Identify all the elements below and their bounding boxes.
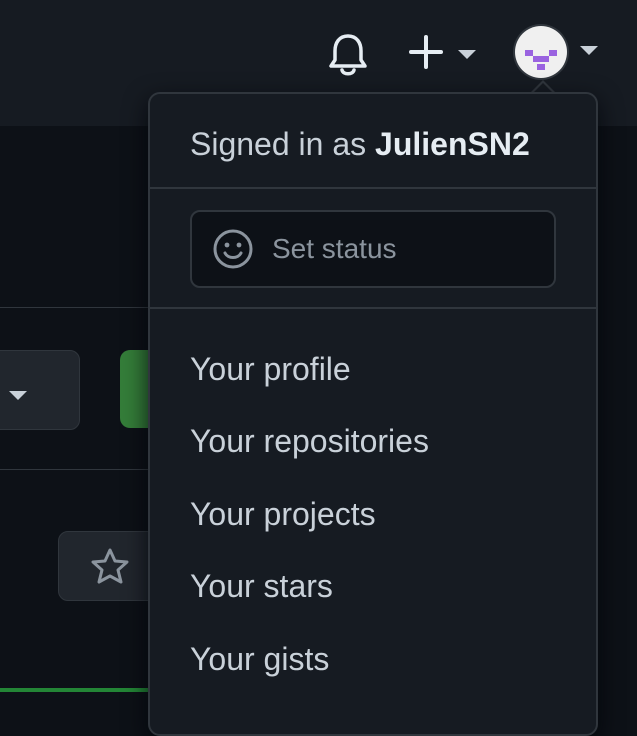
username: JulienSN2 (375, 126, 530, 162)
set-status-label: Set status (272, 233, 397, 264)
avatar (515, 26, 567, 78)
star-button[interactable] (58, 531, 160, 601)
divider (0, 307, 150, 308)
caret-down-icon (458, 50, 476, 59)
create-new-button[interactable] (408, 32, 480, 76)
progress-bar (0, 688, 150, 692)
menu-item-your-gists[interactable]: Your gists (190, 639, 329, 679)
menu-item-your-profile[interactable]: Your profile (190, 349, 351, 389)
menu-item-your-projects[interactable]: Your projects (190, 494, 376, 534)
menu-item-your-stars[interactable]: Your stars (190, 566, 333, 606)
user-menu-button[interactable] (512, 24, 602, 84)
divider (0, 469, 150, 470)
user-dropdown-menu: Signed in as JulienSN2 Set status Your p… (148, 92, 598, 736)
caret-down-icon (580, 46, 598, 55)
bell-icon (329, 34, 367, 76)
menu-divider (150, 187, 596, 189)
plus-icon (409, 35, 443, 69)
branch-select-button[interactable] (0, 350, 80, 430)
menu-divider (150, 307, 596, 309)
signed-in-text: Signed in as JulienSN2 (190, 124, 530, 164)
identicon (525, 50, 557, 70)
caret-down-icon (9, 391, 27, 400)
notifications-button[interactable] (326, 30, 370, 78)
set-status-button[interactable]: Set status (190, 210, 556, 288)
menu-item-your-repositories[interactable]: Your repositories (190, 421, 429, 461)
star-icon (91, 548, 129, 584)
signed-in-prefix: Signed in as (190, 126, 376, 162)
smiley-icon (213, 229, 253, 269)
